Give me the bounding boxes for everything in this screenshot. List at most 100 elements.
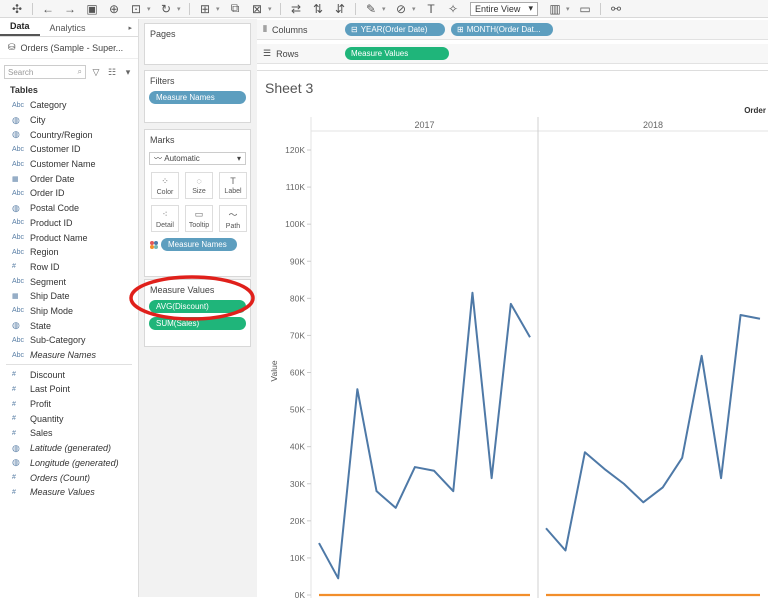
pages-card[interactable]: Pages xyxy=(144,23,251,65)
show-me-icon[interactable]: ▥ xyxy=(544,1,566,17)
color-button[interactable]: ⁘ Color xyxy=(151,172,179,199)
field-item[interactable]: ◍ Country/Region xyxy=(0,127,138,142)
filters-card[interactable]: Filters Measure Names xyxy=(144,70,251,123)
field-item[interactable]: # Row ID xyxy=(0,260,138,275)
search-input[interactable]: Search ⌕ xyxy=(4,65,86,79)
label-icon[interactable]: T xyxy=(420,1,442,17)
datasource-item[interactable]: ⛁ Orders (Sample - Super... xyxy=(0,37,138,59)
marks-pill-measure-names[interactable]: Measure Names xyxy=(161,238,237,251)
refresh-icon[interactable]: ↻ xyxy=(155,1,177,17)
new-worksheet-icon[interactable]: ⊞ xyxy=(194,1,216,17)
field-item[interactable]: # Sales xyxy=(0,426,138,441)
number-icon: # xyxy=(12,371,16,379)
columns-pill-year[interactable]: ⊟ YEAR(Order Date) xyxy=(345,23,445,36)
field-item[interactable]: Abc Measure Names xyxy=(0,348,138,363)
detail-button[interactable]: ⁖ Detail xyxy=(151,205,179,232)
field-item[interactable]: Abc Order ID xyxy=(0,186,138,201)
line-chart[interactable]: 2017 20180K10K20K30K40K50K60K70K80K90K100… xyxy=(257,71,768,598)
redo-icon[interactable]: → xyxy=(59,1,81,17)
duplicate-icon[interactable]: ⧉ xyxy=(224,1,246,17)
chevron-down-icon[interactable]: ▸ xyxy=(128,24,132,32)
label-button[interactable]: T Label xyxy=(219,172,247,199)
group-icon[interactable]: ⊘ xyxy=(390,1,412,17)
field-label: Profit xyxy=(30,399,52,410)
string-icon: Abc xyxy=(12,145,25,153)
measure-pill-avg-discount[interactable]: AVG(Discount) xyxy=(149,300,246,313)
chevron-down-icon[interactable]: ▾ xyxy=(412,5,420,13)
field-item[interactable]: ◍ State xyxy=(0,318,138,333)
pause-icon[interactable]: ⊡ xyxy=(125,1,147,17)
tableau-logo-icon[interactable]: ✣ xyxy=(6,1,28,17)
share-icon[interactable]: ⚯ xyxy=(605,1,627,17)
tab-analytics[interactable]: Analytics xyxy=(40,23,96,36)
field-item[interactable]: ▦ Order Date xyxy=(0,171,138,186)
chevron-down-icon[interactable]: ▾ xyxy=(216,5,224,13)
chevron-down-icon[interactable]: ▾ xyxy=(566,5,574,13)
size-button[interactable]: ◌ Size xyxy=(185,172,213,199)
rows-pill-measure-values[interactable]: Measure Values xyxy=(345,47,449,60)
field-label: Customer ID xyxy=(30,144,81,155)
field-item[interactable]: Abc Region xyxy=(0,245,138,260)
field-label: Quantity xyxy=(30,413,64,424)
field-item[interactable]: Abc Product ID xyxy=(0,216,138,231)
field-item[interactable]: # Orders (Count) xyxy=(0,470,138,485)
swap-icon[interactable]: ⇄ xyxy=(285,1,307,17)
field-item[interactable]: Abc Ship Mode xyxy=(0,304,138,319)
y-tick-label: 30K xyxy=(290,479,305,489)
chevron-down-icon[interactable]: ▾ xyxy=(382,5,390,13)
chevron-down-icon[interactable]: ▾ xyxy=(147,5,155,13)
field-item[interactable]: Abc Product Name xyxy=(0,230,138,245)
string-icon: Abc xyxy=(12,234,25,242)
field-item[interactable]: Abc Category xyxy=(0,98,138,113)
highlight-icon[interactable]: ✎ xyxy=(360,1,382,17)
tooltip-icon: ▭ xyxy=(194,208,204,219)
field-item[interactable]: # Quantity xyxy=(0,411,138,426)
series-line-sum-sales[interactable] xyxy=(545,314,761,552)
field-item[interactable]: # Profit xyxy=(0,397,138,412)
mark-type-select[interactable]: 〰 Automatic ▾ xyxy=(149,152,246,165)
field-item[interactable]: ▦ Ship Date xyxy=(0,289,138,304)
series-line-sum-sales[interactable] xyxy=(318,291,531,580)
field-item[interactable]: Abc Customer ID xyxy=(0,142,138,157)
sort-descending-icon[interactable]: ⇵ xyxy=(329,1,351,17)
pin-icon[interactable]: ✧ xyxy=(442,1,464,17)
chevron-down-icon: ▾ xyxy=(236,154,241,163)
undo-icon[interactable]: ← xyxy=(37,1,59,17)
field-item[interactable]: Abc Customer Name xyxy=(0,157,138,172)
chevron-down-icon[interactable]: ▾ xyxy=(177,5,185,13)
field-item[interactable]: ◍ Longitude (generated) xyxy=(0,456,138,471)
filter-pill-measure-names[interactable]: Measure Names xyxy=(149,91,246,104)
presentation-icon[interactable]: ▭ xyxy=(574,1,596,17)
path-button[interactable]: 〜 Path xyxy=(219,205,247,232)
clear-icon[interactable]: ⊠ xyxy=(246,1,268,17)
chevron-down-icon[interactable]: ▾ xyxy=(268,5,276,13)
fit-select[interactable]: Entire View ▾ xyxy=(470,1,538,16)
y-tick-label: 90K xyxy=(290,256,305,266)
rows-shelf[interactable]: ☰ Rows Measure Values xyxy=(257,44,768,64)
columns-shelf[interactable]: ⦀ Columns ⊟ YEAR(Order Date) ⊞ MONTH(Ord… xyxy=(257,20,768,40)
field-item[interactable]: Abc Segment xyxy=(0,274,138,289)
field-item[interactable]: ◍ Postal Code xyxy=(0,201,138,216)
view-toggle-icon[interactable]: ☷ xyxy=(106,66,118,78)
sort-ascending-icon[interactable]: ⇅ xyxy=(307,1,329,17)
cards-column: Pages Filters Measure Names Marks 〰 Auto… xyxy=(139,19,257,597)
columns-pill-month[interactable]: ⊞ MONTH(Order Dat... xyxy=(451,23,553,36)
label-icon: T xyxy=(230,176,236,186)
tooltip-label: Tooltip xyxy=(188,221,210,229)
field-item[interactable]: # Last Point xyxy=(0,382,138,397)
measure-pill-sum-sales[interactable]: SUM(Sales) xyxy=(149,317,246,330)
save-icon[interactable]: ▣ xyxy=(81,1,103,17)
field-item[interactable]: ◍ City xyxy=(0,113,138,128)
field-item[interactable]: # Measure Values xyxy=(0,485,138,500)
tooltip-button[interactable]: ▭ Tooltip xyxy=(185,205,213,232)
field-label: Ship Date xyxy=(30,291,70,302)
tab-data[interactable]: Data xyxy=(0,21,40,36)
new-datasource-icon[interactable]: ⊕ xyxy=(103,1,125,17)
field-item[interactable]: Abc Sub-Category xyxy=(0,333,138,348)
field-label: Last Point xyxy=(30,384,71,395)
field-item[interactable]: ◍ Latitude (generated) xyxy=(0,441,138,456)
field-item[interactable]: # Discount xyxy=(0,367,138,382)
chevron-down-icon[interactable]: ▾ xyxy=(122,66,134,78)
filter-icon[interactable]: ▽ xyxy=(90,66,102,78)
y-tick-label: 10K xyxy=(290,553,305,563)
